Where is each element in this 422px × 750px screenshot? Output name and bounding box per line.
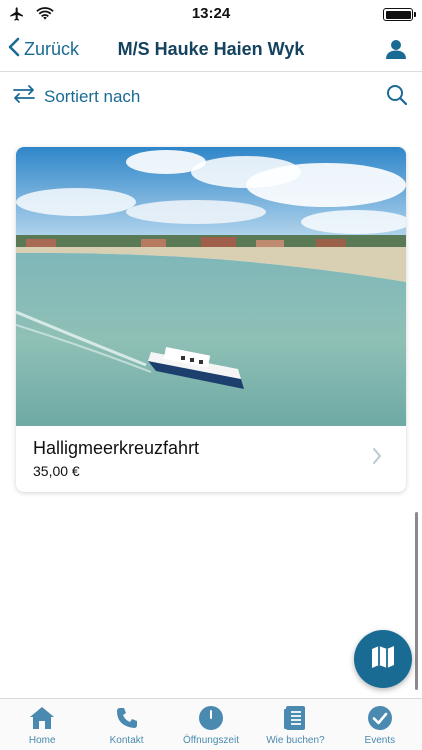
checkmark-icon <box>366 704 394 732</box>
tab-oeffnungszeit[interactable]: Öffnungszeit <box>169 699 253 750</box>
page-title: M/S Hauke Haien Wyk <box>117 39 305 59</box>
battery-icon <box>383 8 416 21</box>
tab-events[interactable]: Events <box>338 699 422 750</box>
sort-row: Sortiert nach <box>0 78 422 114</box>
sort-label: Sortiert nach <box>44 86 141 106</box>
map-icon <box>370 644 396 675</box>
tour-title: Halligmeerkreuzfahrt <box>33 438 200 458</box>
navigation-bar: Zurück M/S Hauke Haien Wyk <box>0 28 422 72</box>
tab-events-label: Events <box>364 735 396 746</box>
tab-oeffnungszeit-label: Öffnungszeit <box>183 735 239 746</box>
swap-arrows-icon <box>12 84 36 109</box>
tab-home[interactable]: Home <box>0 699 84 750</box>
home-icon <box>28 704 56 732</box>
tab-wie-buchen[interactable]: Wie buchen? <box>253 699 337 750</box>
tab-kontakt[interactable]: Kontakt <box>84 699 168 750</box>
document-icon <box>281 704 309 732</box>
tour-price: 35,00 € <box>33 463 80 479</box>
tab-home-label: Home <box>28 735 56 746</box>
user-icon <box>386 40 406 63</box>
tab-kontakt-label: Kontakt <box>109 735 144 746</box>
phone-icon <box>113 704 141 732</box>
search-icon <box>386 85 408 110</box>
tab-wie-buchen-label: Wie buchen? <box>266 735 325 746</box>
tour-photo <box>16 147 406 426</box>
map-button[interactable] <box>354 630 412 688</box>
status-bar: 13:24 <box>0 0 422 28</box>
tab-bar: Home Kontakt Öffnungszeit Wie buchen? Ev… <box>0 698 422 750</box>
profile-button[interactable] <box>386 39 406 64</box>
search-button[interactable] <box>386 84 408 111</box>
scrollbar[interactable] <box>415 512 418 690</box>
chevron-right-icon <box>372 447 382 470</box>
tour-card[interactable]: Halligmeerkreuzfahrt 35,00 € <box>16 147 406 492</box>
sort-button[interactable]: Sortiert nach <box>12 84 140 109</box>
clock-icon <box>197 704 225 732</box>
status-time: 13:24 <box>191 5 231 22</box>
